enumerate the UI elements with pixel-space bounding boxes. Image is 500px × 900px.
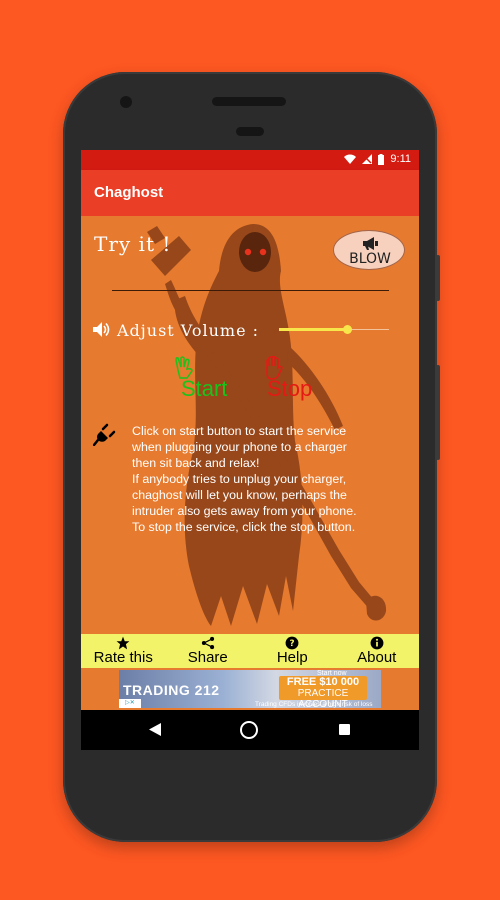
start-hand-icon xyxy=(175,356,193,379)
ad-disclaimer: Trading CFDs involves a high risk of los… xyxy=(255,701,373,708)
blow-label: BLOW xyxy=(349,251,391,267)
share-icon xyxy=(201,636,214,650)
start-button[interactable]: Start xyxy=(175,356,227,402)
info-icon xyxy=(370,636,384,650)
star-icon xyxy=(116,636,130,650)
clock: 9:11 xyxy=(390,153,411,165)
megaphone-icon xyxy=(363,237,378,250)
phone-screen: 9:11 Chaghost Try it ! BLOW Adjust Volum… xyxy=(81,150,419,750)
blow-button[interactable]: BLOW xyxy=(333,230,405,270)
service-description: Click on start button to start the servi… xyxy=(132,424,357,534)
rate-button[interactable]: Rate this xyxy=(81,634,166,668)
app-bar: Chaghost xyxy=(81,170,419,216)
wifi-icon xyxy=(344,154,357,164)
ad-area: TRADING 212 Start now FREE $10 000 PRACT… xyxy=(81,668,419,710)
main-content: Try it ! BLOW Adjust Volume : Start Stop… xyxy=(81,216,419,634)
ad-cta-button[interactable]: FREE $10 000 PRACTICE ACCOUNT xyxy=(279,676,367,710)
about-button[interactable]: About xyxy=(335,634,420,668)
share-label: Share xyxy=(187,649,228,666)
app-title: Chaghost xyxy=(94,184,164,201)
ad-choices-icon[interactable]: ▷✕ xyxy=(119,699,141,708)
bottom-navigation: Rate this Share ? Help About xyxy=(81,634,419,668)
volume-slider[interactable] xyxy=(279,325,389,334)
recents-icon[interactable] xyxy=(339,724,350,735)
ad-banner[interactable]: TRADING 212 Start now FREE $10 000 PRACT… xyxy=(119,670,381,710)
divider xyxy=(112,290,389,291)
volume-row: Adjust Volume : xyxy=(93,319,413,341)
home-icon[interactable] xyxy=(240,721,258,739)
sensor xyxy=(236,127,264,136)
ad-cta-line1: FREE $10 000 xyxy=(286,676,360,688)
plug-icon xyxy=(93,423,116,446)
stop-hand-icon xyxy=(266,356,283,380)
system-navigation-bar xyxy=(81,710,419,750)
share-button[interactable]: Share xyxy=(166,634,251,668)
help-icon: ? xyxy=(285,636,299,650)
battery-icon xyxy=(378,153,385,165)
volume-label: Adjust Volume : xyxy=(117,321,260,340)
power-button xyxy=(436,255,440,301)
help-label: Help xyxy=(276,649,308,666)
volume-icon xyxy=(93,322,110,337)
about-label: About xyxy=(357,649,397,666)
volume-button xyxy=(436,365,440,460)
earpiece-speaker xyxy=(212,97,286,106)
volume-slider-thumb[interactable] xyxy=(342,325,352,334)
ad-brand: TRADING 212 xyxy=(123,682,220,698)
help-button[interactable]: ? Help xyxy=(250,634,335,668)
front-camera xyxy=(120,96,132,108)
stop-button[interactable]: Stop xyxy=(266,356,312,402)
svg-text:?: ? xyxy=(290,639,295,649)
back-icon[interactable] xyxy=(149,723,161,736)
try-it-title: Try it ! xyxy=(94,232,172,256)
signal-icon xyxy=(362,154,373,164)
rate-label: Rate this xyxy=(93,649,153,666)
status-bar: 9:11 xyxy=(81,150,419,170)
volume-slider-fill xyxy=(279,328,348,331)
